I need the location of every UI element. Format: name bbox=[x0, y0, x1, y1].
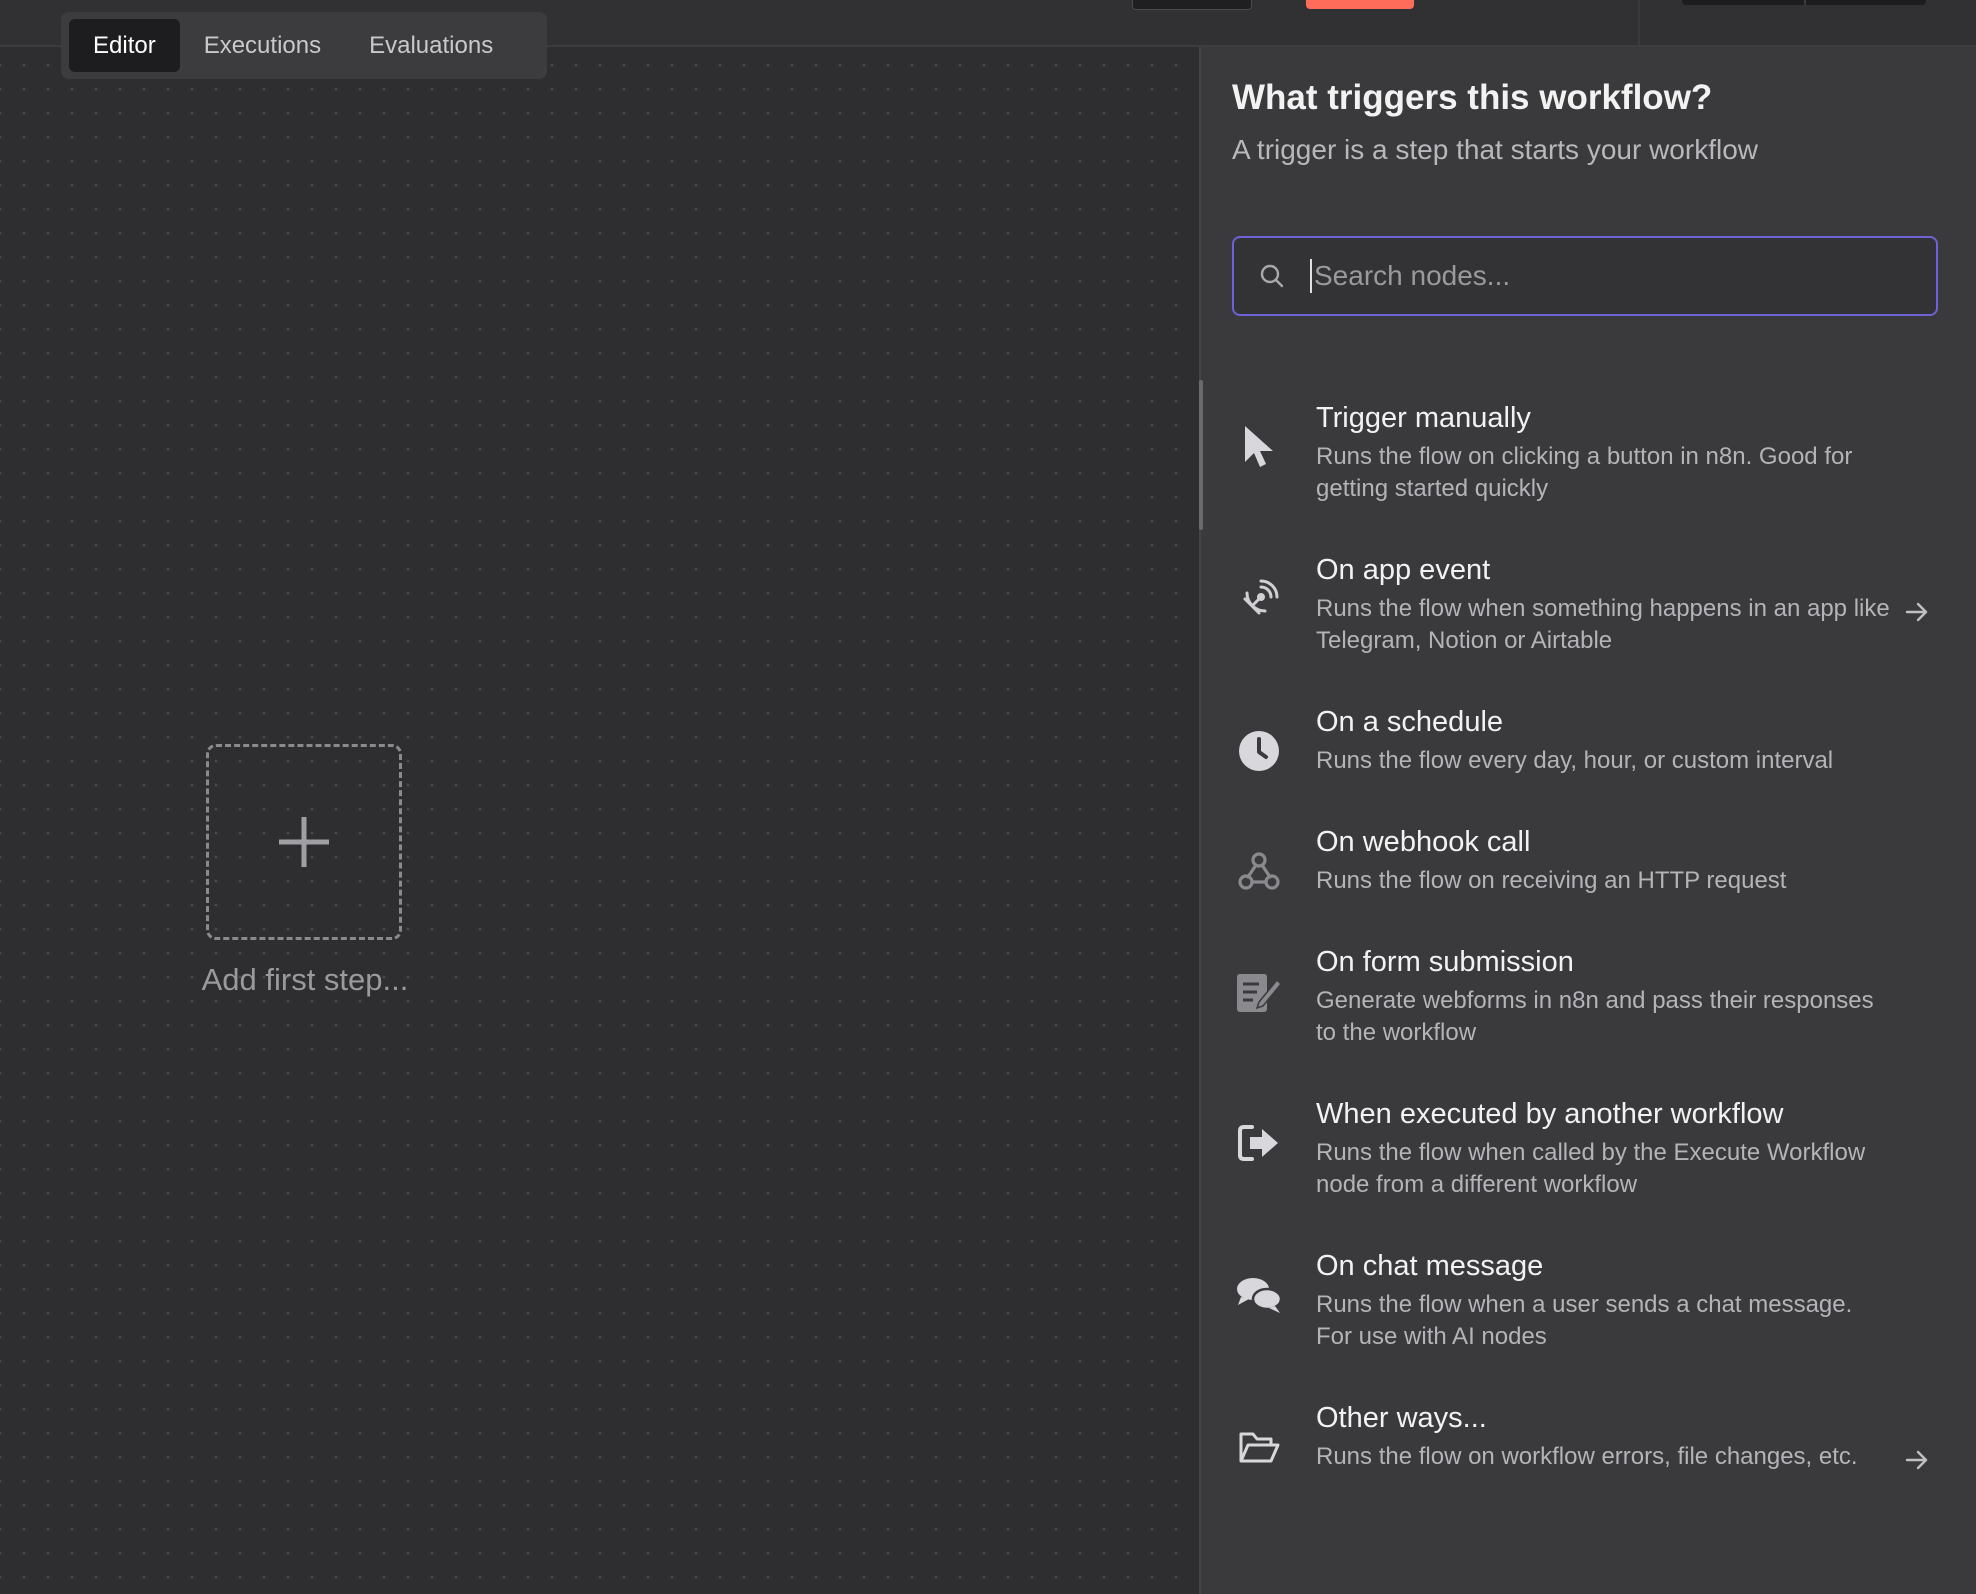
header-button-dark[interactable] bbox=[1132, 0, 1252, 10]
add-first-step-label: Add first step... bbox=[201, 962, 409, 997]
item-description: Runs the flow when something happens in … bbox=[1316, 595, 1890, 654]
item-description: Runs the flow when called by the Execute… bbox=[1316, 1139, 1866, 1198]
arrow-right-icon bbox=[1905, 602, 1928, 622]
panel-title: What triggers this workflow? bbox=[1232, 78, 1713, 117]
list-item-on-app-event[interactable]: On app event Runs the flow when somethin… bbox=[1212, 536, 1952, 688]
sign-in-icon bbox=[1232, 1116, 1286, 1170]
folder-open-icon bbox=[1232, 1420, 1286, 1474]
search-icon bbox=[1260, 264, 1284, 288]
list-item-on-schedule[interactable]: On a schedule Runs the flow every day, h… bbox=[1212, 688, 1952, 808]
item-title: Other ways... bbox=[1316, 1402, 1487, 1434]
workflow-canvas[interactable] bbox=[0, 47, 1198, 1594]
add-first-step-button[interactable] bbox=[206, 744, 402, 940]
item-description: Generate webforms in n8n and pass their … bbox=[1316, 987, 1874, 1046]
item-title: On a schedule bbox=[1316, 706, 1504, 738]
search-box[interactable] bbox=[1232, 236, 1938, 316]
clock-icon bbox=[1232, 724, 1286, 778]
trigger-list: Trigger manually Runs the flow on clicki… bbox=[1212, 384, 1952, 1536]
list-item-trigger-manually[interactable]: Trigger manually Runs the flow on clicki… bbox=[1212, 384, 1952, 536]
item-title: On app event bbox=[1316, 554, 1491, 586]
list-item-on-chat-message[interactable]: On chat message Runs the flow when a use… bbox=[1212, 1232, 1952, 1384]
cursor-icon bbox=[1232, 420, 1286, 474]
header-divider bbox=[1638, 0, 1640, 45]
header-button-accent[interactable] bbox=[1306, 0, 1414, 9]
panel-scrollbar[interactable] bbox=[1199, 380, 1203, 530]
list-item-other-ways[interactable]: Other ways... Runs the flow on workflow … bbox=[1212, 1384, 1952, 1536]
webhook-icon bbox=[1232, 844, 1286, 898]
arrow-right-icon bbox=[1905, 1450, 1928, 1470]
item-description: Runs the flow every day, hour, or custom… bbox=[1316, 747, 1834, 774]
chat-icon bbox=[1232, 1268, 1286, 1322]
search-input[interactable] bbox=[1310, 259, 1936, 293]
item-description: Runs the flow on workflow errors, file c… bbox=[1316, 1443, 1858, 1470]
header-toggle-group[interactable] bbox=[1682, 0, 1926, 5]
view-tabs: Editor Executions Evaluations bbox=[61, 12, 547, 79]
plus-icon bbox=[279, 817, 329, 867]
panel-subtitle: A trigger is a step that starts your wor… bbox=[1232, 134, 1758, 165]
list-item-executed-by-workflow[interactable]: When executed by another workflow Runs t… bbox=[1212, 1080, 1952, 1232]
list-item-on-form-submission[interactable]: On form submission Generate webforms in … bbox=[1212, 928, 1952, 1080]
item-title: Trigger manually bbox=[1316, 402, 1531, 434]
tab-evaluations[interactable]: Evaluations bbox=[345, 19, 517, 72]
item-description: Runs the flow when a user sends a chat m… bbox=[1316, 1291, 1853, 1350]
tab-executions[interactable]: Executions bbox=[180, 19, 345, 72]
satellite-dish-icon bbox=[1232, 572, 1286, 626]
item-title: On form submission bbox=[1316, 946, 1574, 978]
list-item-on-webhook[interactable]: On webhook call Runs the flow on receivi… bbox=[1212, 808, 1952, 928]
item-description: Runs the flow on clicking a button in n8… bbox=[1316, 443, 1853, 502]
item-description: Runs the flow on receiving an HTTP reque… bbox=[1316, 867, 1787, 894]
item-title: On webhook call bbox=[1316, 826, 1531, 858]
item-title: When executed by another workflow bbox=[1316, 1098, 1784, 1130]
form-icon bbox=[1232, 964, 1286, 1018]
item-title: On chat message bbox=[1316, 1250, 1544, 1282]
tab-editor[interactable]: Editor bbox=[69, 19, 180, 72]
